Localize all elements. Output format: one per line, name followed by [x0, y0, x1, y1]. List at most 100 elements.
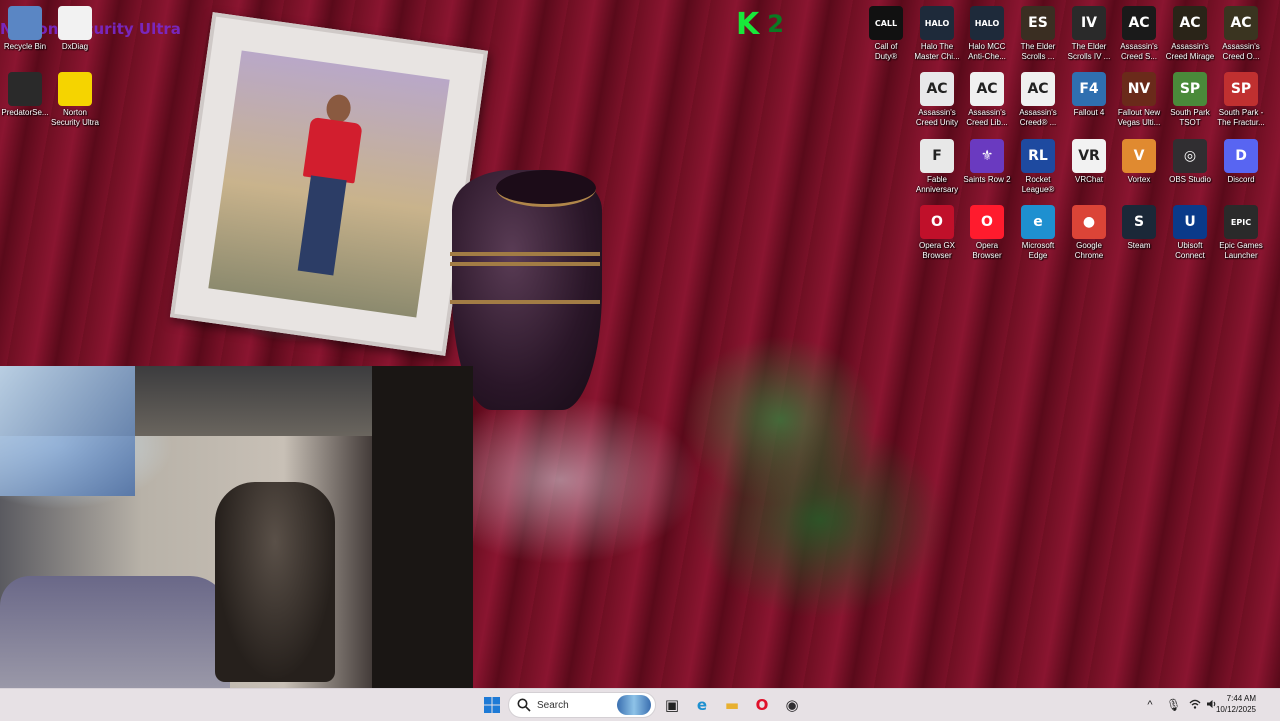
desktop-icon[interactable]: ⚜ Saints Row 2 — [962, 139, 1012, 185]
desktop-icon[interactable]: RL Rocket League® — [1013, 139, 1063, 195]
desktop-icon-label: Call of Duty® — [874, 42, 898, 61]
search-highlight-icon — [617, 695, 651, 715]
taskbar: Search ▣ e ▬ O ◉ ^ 🎙 7:44 AM 10/12/2025 — [0, 688, 1280, 721]
desktop-icon-label: OBS Studio — [1169, 175, 1211, 184]
clock-time: 7:44 AM — [1226, 694, 1256, 703]
saints-row-icon: ⚜ — [970, 139, 1004, 173]
halo-anticheat-icon: HALO — [970, 6, 1004, 40]
desktop-icon[interactable]: Norton Security Ultra — [50, 72, 100, 128]
desktop-icon[interactable]: SP South Park TSOT — [1165, 72, 1215, 128]
desktop-icon[interactable]: NV Fallout New Vegas Ulti... — [1114, 72, 1164, 128]
desktop-icon-area: Recycle Bin DxDiag PredatorSe... Norton Sec… — [0, 0, 1280, 688]
opera-taskbar-button[interactable]: O — [750, 693, 774, 717]
desktop-icon[interactable]: V Vortex — [1114, 139, 1164, 185]
desktop-icon[interactable]: EPIC Epic Games Launcher — [1216, 205, 1266, 261]
desktop-icon-label: VRChat — [1074, 175, 1103, 184]
desktop-icon[interactable]: O Opera GX Browser — [912, 205, 962, 261]
task-view-button[interactable]: ▣ — [660, 693, 684, 717]
desktop-icon-label: Assassin's Creed® ... — [1019, 108, 1057, 127]
desktop-icon[interactable]: HALO Halo The Master Chi... — [912, 6, 962, 62]
opera-gx-icon: O — [920, 205, 954, 239]
desktop-icon-label: Ubisoft Connect — [1175, 241, 1205, 260]
file-explorer-button[interactable]: ▬ — [720, 693, 744, 717]
desktop-icon[interactable]: SP South Park - The Fractur... — [1216, 72, 1266, 128]
desktop-icon[interactable]: DxDiag — [50, 6, 100, 52]
chrome-icon: ● — [1072, 205, 1106, 239]
desktop-icon[interactable]: ● Google Chrome — [1064, 205, 1114, 261]
desktop-icon[interactable]: CALL Call of Duty® — [861, 6, 911, 62]
desktop-icon-label: Discord — [1227, 175, 1255, 184]
desktop-icon-label: Opera GX Browser — [918, 241, 955, 260]
desktop-icon-label: Fallout New Vegas Ulti... — [1117, 108, 1161, 127]
desktop-icon-label: Assassin's Creed Unity — [915, 108, 959, 127]
desktop-icon[interactable]: F Fable Anniversary — [912, 139, 962, 195]
taskbar-clock[interactable]: 7:44 AM 10/12/2025 — [1216, 693, 1256, 715]
south-park-fbw-icon: SP — [1224, 72, 1258, 106]
desktop-icon[interactable]: ES The Elder Scrolls ... — [1013, 6, 1063, 62]
desktop-icon[interactable]: S Steam — [1114, 205, 1164, 251]
wifi-icon[interactable] — [1189, 699, 1201, 712]
desktop-icon[interactable]: AC Assassin's Creed O... — [1216, 6, 1266, 62]
desktop-icon-label: South Park TSOT — [1170, 108, 1210, 127]
task-view-icon: ▣ — [664, 696, 680, 714]
desktop-icon-label: Rocket League® — [1021, 175, 1055, 194]
oblivion-icon: IV — [1072, 6, 1106, 40]
desktop-icon[interactable]: AC Assassin's Creed Unity — [912, 72, 962, 128]
desktop-icon[interactable]: D Discord — [1216, 139, 1266, 185]
desktop-icon[interactable]: HALO Halo MCC Anti-Che... — [962, 6, 1012, 62]
taskbar-search[interactable]: Search — [508, 692, 656, 718]
tray-chevron-icon[interactable]: ^ — [1142, 699, 1158, 711]
obs-taskbar-button[interactable]: ◉ — [780, 693, 804, 717]
assassins-creed-icon: AC — [1021, 72, 1055, 106]
desktop-icon-label: Assassin's Creed S... — [1120, 42, 1158, 61]
desktop-icon[interactable]: Recycle Bin — [0, 6, 50, 52]
desktop-icon[interactable]: U Ubisoft Connect — [1165, 205, 1215, 261]
file-explorer-icon: ▬ — [724, 696, 740, 714]
desktop-icon-label: Fallout 4 — [1073, 108, 1105, 117]
norton-icon — [58, 72, 92, 106]
desktop-icon[interactable]: O Opera Browser — [962, 205, 1012, 261]
desktop-icon-label: Google Chrome — [1074, 241, 1104, 260]
desktop-icon-label: Epic Games Launcher — [1219, 241, 1263, 260]
desktop-icon-label: Steam — [1127, 241, 1151, 250]
desktop-icon-label: Microsoft Edge — [1021, 241, 1055, 260]
desktop-icon[interactable]: IV The Elder Scrolls IV ... — [1064, 6, 1114, 62]
desktop-icon[interactable]: AC Assassin's Creed S... — [1114, 6, 1164, 62]
halo-mcc-icon: HALO — [920, 6, 954, 40]
epic-games-icon: EPIC — [1224, 205, 1258, 239]
steam-icon: S — [1122, 205, 1156, 239]
call-of-duty-icon: CALL — [869, 6, 903, 40]
desktop-icon[interactable]: e Microsoft Edge — [1013, 205, 1063, 261]
search-icon — [517, 698, 531, 712]
desktop-icon-label: Opera Browser — [972, 241, 1002, 260]
fable-icon: F — [920, 139, 954, 173]
desktop-icon-label: Recycle Bin — [3, 42, 47, 51]
south-park-tsot-icon: SP — [1173, 72, 1207, 106]
desktop-icon[interactable]: AC Assassin's Creed® ... — [1013, 72, 1063, 128]
fallout-nv-icon: NV — [1122, 72, 1156, 106]
opera-taskbar-icon: O — [755, 696, 769, 714]
ubisoft-icon: U — [1173, 205, 1207, 239]
edge-taskbar-button[interactable]: e — [690, 693, 714, 717]
edge-icon: e — [1021, 205, 1055, 239]
desktop-icon[interactable]: PredatorSe... — [0, 72, 50, 118]
clock-date: 10/12/2025 — [1215, 705, 1256, 714]
desktop-icon-label: Assassin's Creed Lib... — [966, 108, 1008, 127]
desktop-icon-label: The Elder Scrolls IV ... — [1067, 42, 1111, 61]
start-button[interactable] — [480, 693, 504, 717]
desktop-icon[interactable]: VR VRChat — [1064, 139, 1114, 185]
desktop-icon[interactable]: F4 Fallout 4 — [1064, 72, 1114, 118]
desktop-icon-label: Assassin's Creed O... — [1222, 42, 1260, 61]
desktop-icon[interactable]: ◎ OBS Studio — [1165, 139, 1215, 185]
desktop-icon[interactable]: AC Assassin's Creed Lib... — [962, 72, 1012, 128]
microphone-icon[interactable]: 🎙 — [1166, 698, 1181, 712]
obs-icon: ◎ — [1173, 139, 1207, 173]
vortex-icon: V — [1122, 139, 1156, 173]
obs-taskbar-icon: ◉ — [785, 696, 799, 714]
desktop-icon[interactable]: AC Assassin's Creed Mirage — [1165, 6, 1215, 62]
edge-taskbar-icon: e — [696, 696, 708, 714]
predator-sense-icon — [8, 72, 42, 106]
desktop-icon-label: Norton Security Ultra — [50, 108, 99, 127]
desktop-icon-label: Vortex — [1127, 175, 1151, 184]
desktop-icon-label: Saints Row 2 — [963, 175, 1011, 184]
